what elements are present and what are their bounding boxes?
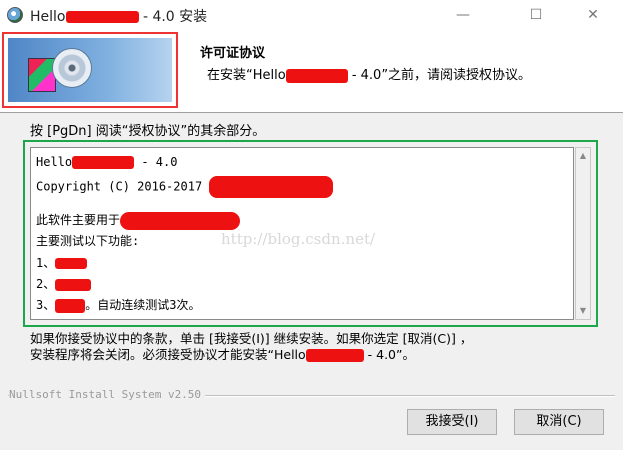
redaction-mark (120, 211, 241, 230)
app-icon (7, 7, 23, 23)
license-copyright: Copyright (C) 2016-2017 (36, 179, 210, 194)
license-line: Copyright (C) 2016-2017 (36, 176, 334, 198)
cancel-button[interactable]: 取消(C) (514, 409, 604, 435)
license-item3-suffix: 。自动连续测试3次。 (85, 298, 201, 312)
license-item1: 1、 (36, 256, 56, 270)
title-bar: Hello - 4.0 安装 — ☐ ✕ (0, 0, 623, 30)
license-line1-suffix: - 4.0 (134, 155, 178, 169)
license-item3-prefix: 3、 (36, 298, 56, 312)
close-button[interactable]: ✕ (570, 0, 616, 30)
license-scrollbar[interactable]: ▲ ▼ (575, 147, 591, 320)
scroll-down-icon[interactable]: ▼ (576, 303, 590, 319)
redaction-mark (285, 68, 348, 83)
license-line: 2、 (36, 275, 92, 292)
redaction-mark (65, 11, 139, 23)
redaction-mark (72, 156, 135, 169)
accept-button[interactable]: 我接受(I) (407, 409, 497, 435)
license-line: 3、 。自动连续测试3次。 (36, 296, 200, 313)
license-line: 此软件主要用于 (36, 211, 241, 230)
redaction-mark (55, 278, 92, 291)
license-line3-prefix: 此软件主要用于 (36, 213, 121, 227)
license-line: Hello - 4.0 (36, 155, 177, 169)
cd-icon (52, 48, 92, 88)
window-title-prefix: Hello (30, 9, 66, 25)
redaction-mark (209, 176, 334, 198)
redaction-mark (55, 258, 88, 269)
accept-notice: 如果你接受协议中的条款，单击 [我接受(I)] 继续安装。如果你选定 [取消(C… (30, 331, 472, 363)
nsis-branding: Nullsoft Install System v2.50 (9, 388, 206, 401)
license-highlight-frame: Hello - 4.0 Copyright (C) 2016-2017 此软件主… (23, 140, 598, 327)
license-item2: 2、 (36, 277, 56, 291)
page-subtitle-prefix: 在安装“Hello (207, 68, 286, 83)
window-title: Hello - 4.0 安装 (30, 6, 207, 26)
page-subtitle: 在安装“Hello - 4.0”之前，请阅读授权协议。 (207, 64, 531, 83)
license-line: 主要测试以下功能: (36, 234, 140, 248)
license-textbox[interactable]: Hello - 4.0 Copyright (C) 2016-2017 此软件主… (30, 147, 574, 320)
window-title-suffix: - 4.0 安装 (138, 9, 208, 25)
license-line1-prefix: Hello (36, 155, 73, 169)
watermark-text: http://blog.csdn.net/ (221, 230, 376, 248)
license-line: 1、 (36, 254, 88, 271)
notice-line2-prefix: 安装程序将会关闭。必须接受协议才能安装“Hello (30, 347, 306, 362)
notice-line1: 如果你接受协议中的条款，单击 [我接受(I)] 继续安装。如果你选定 [取消(C… (30, 331, 473, 346)
maximize-button[interactable]: ☐ (513, 0, 559, 30)
instruction-text: 按 [PgDn] 阅读“授权协议”的其余部分。 (30, 124, 266, 139)
redaction-mark (305, 349, 364, 362)
minimize-button[interactable]: — (440, 0, 486, 30)
scroll-up-icon[interactable]: ▲ (576, 148, 590, 164)
notice-line2-suffix: - 4.0”。 (363, 347, 415, 362)
page-title: 许可证协议 (200, 46, 266, 61)
page-subtitle-suffix: - 4.0”之前，请阅读授权协议。 (347, 68, 532, 83)
installer-logo (8, 38, 172, 102)
redaction-mark (55, 298, 86, 313)
installer-logo-frame (2, 32, 178, 108)
